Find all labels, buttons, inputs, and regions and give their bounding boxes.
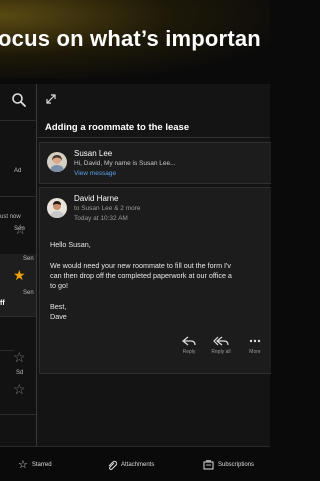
body-greeting: Hello Susan, xyxy=(50,240,91,249)
body-signoff: Best, xyxy=(50,302,67,311)
recipients[interactable]: to Susan Lee & 2 more xyxy=(74,205,141,212)
list-item-date: Sd xyxy=(16,370,24,376)
list-item-selected[interactable]: Sen ★ Sen ff xyxy=(0,254,36,316)
sender-name: Susan Lee xyxy=(74,149,113,158)
message-list: Ad ust now Sen ☆ Sen ★ Sen ff ☆ Sd ☆ xyxy=(0,84,37,446)
thread-title: Adding a roommate to the lease xyxy=(45,122,190,133)
divider xyxy=(0,120,36,121)
tab-attachments[interactable]: Attachments xyxy=(107,459,154,471)
avatar xyxy=(47,198,67,218)
more-icon xyxy=(249,339,261,343)
star-icon-filled[interactable]: ★ xyxy=(13,268,26,282)
reply-icon xyxy=(182,336,196,346)
list-item-time: ust now xyxy=(0,214,21,220)
divider xyxy=(0,414,36,415)
paperclip-icon xyxy=(108,460,117,470)
tab-starred[interactable]: ☆ Starred xyxy=(18,459,52,471)
view-message-link[interactable]: View message xyxy=(74,170,116,177)
reply-all-icon xyxy=(213,336,229,346)
list-item-snippet: ff xyxy=(0,300,5,307)
reply-all-button[interactable]: Reply all xyxy=(208,336,234,355)
collapsed-message[interactable]: Susan Lee Hi, David, My name is Susan Le… xyxy=(39,142,271,184)
timestamp: Today at 10:32 AM xyxy=(74,215,128,222)
body-line: to go! xyxy=(50,281,68,290)
list-item-date: Sen xyxy=(23,290,34,296)
message-preview: Hi, David, My name is Susan Lee... xyxy=(74,160,176,167)
avatar xyxy=(47,152,67,172)
reply-button[interactable]: Reply xyxy=(176,336,202,355)
tab-label: Starred xyxy=(31,462,52,468)
more-button[interactable]: More xyxy=(242,336,268,355)
divider xyxy=(37,137,270,138)
list-item-date: Ad xyxy=(14,168,22,174)
tab-subscriptions[interactable]: Subscriptions xyxy=(203,459,254,471)
body-signature: Dave xyxy=(50,312,67,321)
bottom-tab-bar: ☆ Starred Attachments Subscriptions xyxy=(0,446,270,481)
divider xyxy=(0,350,14,351)
expanded-message: David Harne to Susan Lee & 2 more Today … xyxy=(39,187,271,374)
tab-label: Subscriptions xyxy=(218,462,255,468)
banner-headline: ocus on what’s importan xyxy=(0,26,261,51)
body-line: can then drop off the completed paperwor… xyxy=(50,271,232,280)
divider xyxy=(0,316,36,317)
divider xyxy=(0,196,36,197)
tab-label: Attachments xyxy=(121,462,155,468)
sender-name: David Harne xyxy=(74,194,119,203)
star-icon[interactable]: ☆ xyxy=(13,350,26,364)
star-icon: ☆ xyxy=(18,458,28,471)
list-item-date: Sen xyxy=(23,256,34,262)
reply-label: Reply xyxy=(182,349,196,355)
star-icon[interactable]: ☆ xyxy=(14,222,27,236)
promo-banner: ocus on what’s importan xyxy=(0,0,270,78)
search-icon[interactable] xyxy=(11,92,27,108)
body-line: We would need your new roommate to fill … xyxy=(50,261,232,270)
more-label: More xyxy=(249,349,261,355)
subscriptions-icon xyxy=(203,460,214,470)
reading-pane: Adding a roommate to the lease Susan Lee… xyxy=(37,84,271,446)
star-icon[interactable]: ☆ xyxy=(13,382,26,396)
expand-icon[interactable] xyxy=(45,93,57,105)
reply-all-label: Reply all xyxy=(211,349,231,355)
